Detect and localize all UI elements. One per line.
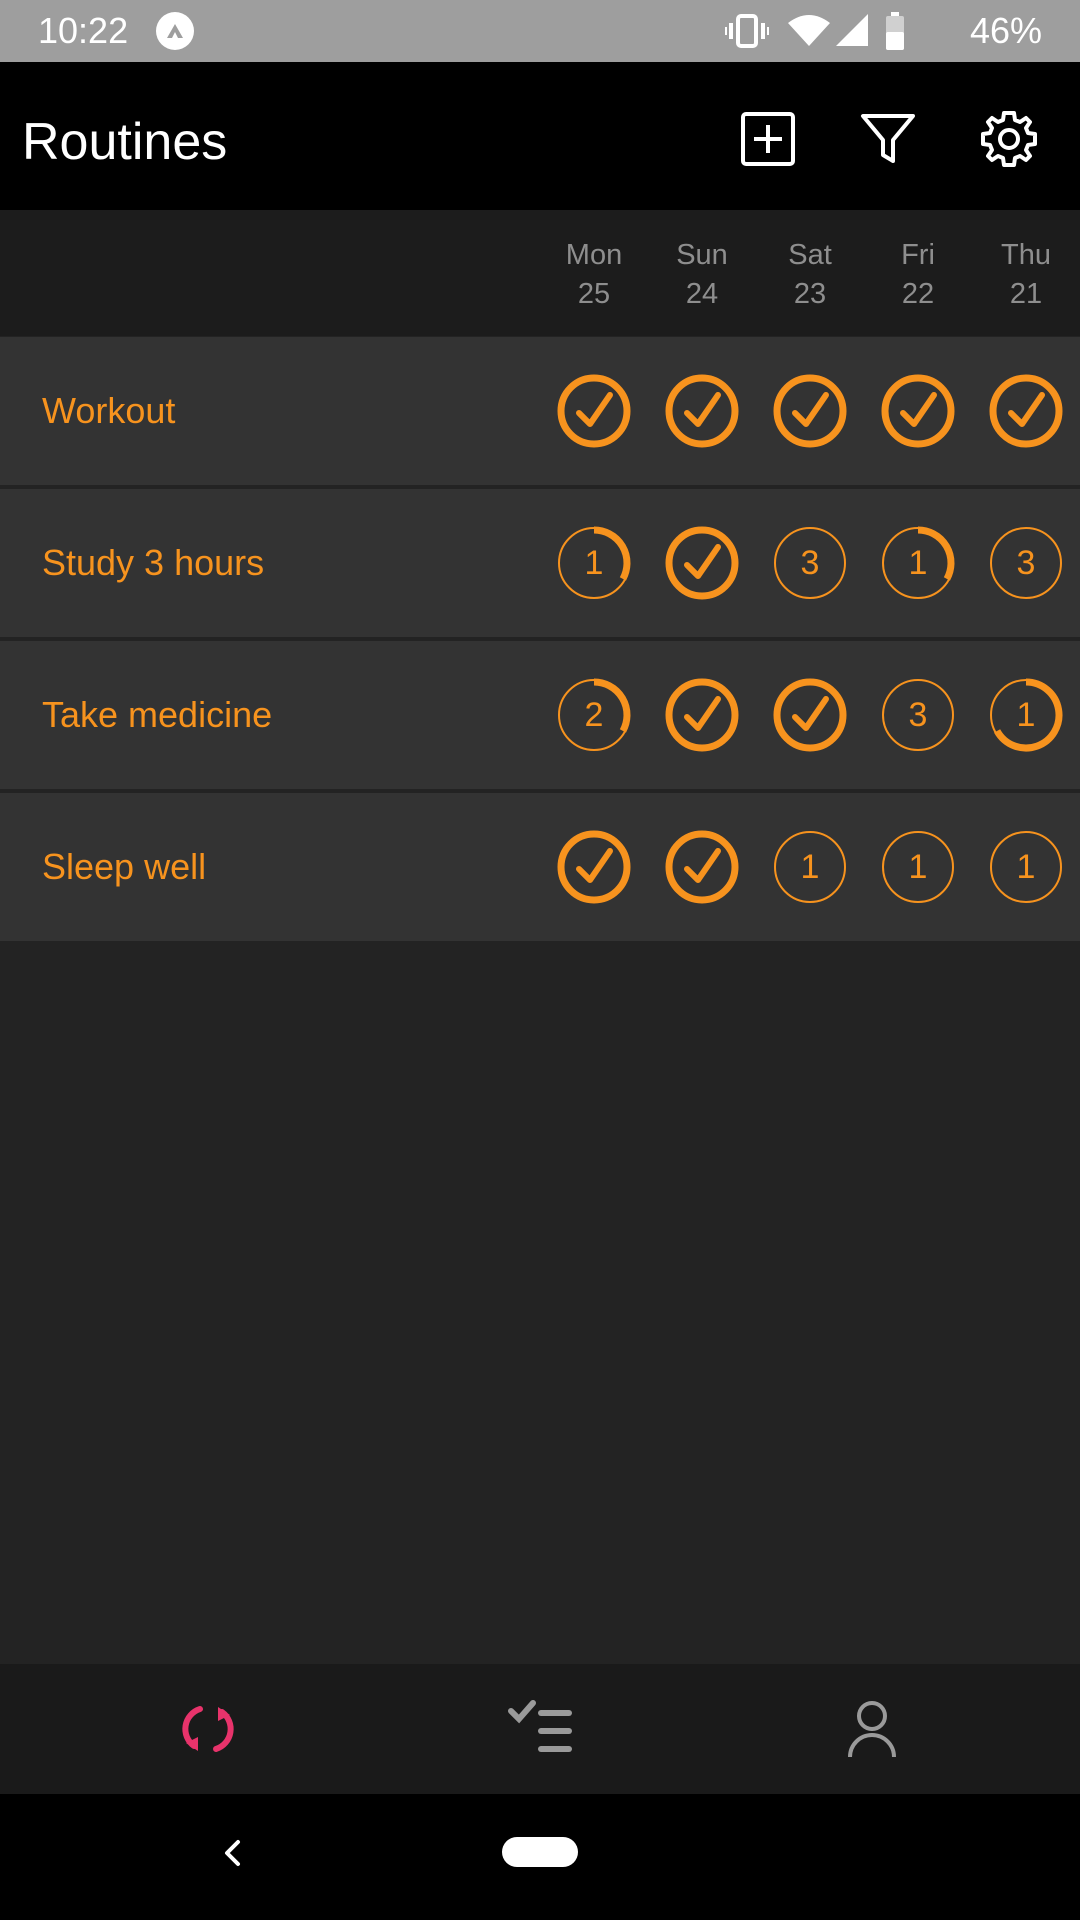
remaining-count: 3: [800, 543, 820, 582]
status-bar: 10:22 46%: [0, 0, 1080, 62]
check-circle-icon: [773, 678, 847, 752]
day-column-header: Sat 23: [760, 236, 860, 314]
remaining-count: 1: [1016, 847, 1036, 886]
day-cell-complete[interactable]: [662, 827, 742, 907]
status-icons: 46%: [680, 0, 1080, 62]
home-pill[interactable]: [502, 1837, 578, 1867]
day-cell-progress[interactable]: 2: [554, 675, 634, 755]
day-cell-progress[interactable]: 1: [878, 523, 958, 603]
day-column-header: Fri 22: [868, 236, 968, 314]
remaining-count: 3: [908, 695, 928, 734]
day-date: 23: [793, 278, 827, 310]
routine-name: Sleep well: [42, 846, 207, 887]
remaining-count: 3: [1016, 543, 1036, 582]
routine-name: Take medicine: [42, 694, 273, 735]
check-circle-icon: [665, 830, 739, 904]
day-date: 24: [685, 278, 719, 310]
check-circle-icon: [989, 374, 1063, 448]
check-circle-icon: [557, 830, 631, 904]
routines-sync-icon: [182, 1706, 234, 1752]
app-notification-icon: [156, 12, 194, 50]
day-cell-complete[interactable]: [770, 675, 850, 755]
day-of-week: Thu: [1001, 239, 1051, 271]
day-date: 25: [577, 278, 611, 310]
cell-signal-icon: [836, 14, 868, 46]
system-nav-bar: [0, 1794, 1080, 1920]
day-cell-complete[interactable]: [986, 371, 1066, 451]
routine-name: Study 3 hours: [42, 542, 265, 583]
back-icon[interactable]: [218, 1838, 248, 1868]
settings-button[interactable]: [974, 104, 1044, 174]
day-date: 21: [1009, 278, 1043, 310]
remaining-count: 1: [908, 847, 928, 886]
routine-row[interactable]: Sleep well 1 1 1: [0, 793, 1080, 941]
battery-icon: [886, 12, 904, 50]
add-icon: [741, 112, 795, 166]
day-column-header: Sun 24: [652, 236, 752, 314]
day-cell-complete[interactable]: [554, 371, 634, 451]
day-cell-progress[interactable]: 3: [770, 523, 850, 603]
bottom-nav: [0, 1664, 1080, 1794]
day-cell-progress[interactable]: 3: [878, 675, 958, 755]
day-column-header: Thu 21: [976, 236, 1076, 314]
day-cell-progress[interactable]: 3: [986, 523, 1066, 603]
day-cell-complete[interactable]: [554, 827, 634, 907]
page-title: Routines: [22, 113, 228, 171]
check-circle-icon: [773, 374, 847, 448]
filter-button[interactable]: [853, 104, 923, 174]
check-circle-icon: [557, 374, 631, 448]
routine-row[interactable]: Workout: [0, 337, 1080, 485]
day-date: 22: [901, 278, 935, 310]
routine-name: Workout: [42, 390, 176, 431]
checklist-icon: [508, 1700, 572, 1752]
check-circle-icon: [665, 374, 739, 448]
day-cell-complete[interactable]: [878, 371, 958, 451]
remaining-count: 1: [800, 847, 820, 886]
day-column-header: Mon 25: [544, 236, 644, 314]
day-cell-complete[interactable]: [662, 523, 742, 603]
battery-percent: 46%: [969, 10, 1042, 51]
remaining-count: 1: [584, 543, 604, 582]
add-routine-button[interactable]: [733, 104, 803, 174]
remaining-count: 1: [908, 543, 928, 582]
nav-profile[interactable]: [832, 1689, 912, 1769]
app-bar: Routines: [0, 62, 1080, 210]
filter-icon: [861, 114, 915, 163]
day-of-week: Sun: [676, 239, 728, 271]
remaining-count: 1: [1016, 695, 1036, 734]
day-cell-progress[interactable]: 1: [770, 827, 850, 907]
routine-row[interactable]: Study 3 hours 1 3 1 3: [0, 489, 1080, 637]
wifi-icon: [788, 15, 830, 46]
day-cell-complete[interactable]: [770, 371, 850, 451]
check-circle-icon: [881, 374, 955, 448]
routine-row[interactable]: Take medicine 2 3 1: [0, 641, 1080, 789]
day-cell-progress[interactable]: 1: [986, 827, 1066, 907]
day-cell-progress[interactable]: 1: [554, 523, 634, 603]
status-time: 10:22: [38, 10, 129, 51]
day-of-week: Sat: [788, 239, 832, 271]
day-of-week: Mon: [565, 239, 623, 271]
gear-icon: [981, 111, 1037, 167]
nav-routines[interactable]: [168, 1689, 248, 1769]
check-circle-icon: [665, 526, 739, 600]
profile-icon: [848, 1701, 896, 1758]
day-cell-progress[interactable]: 1: [878, 827, 958, 907]
remaining-count: 2: [584, 695, 604, 734]
day-cell-complete[interactable]: [662, 371, 742, 451]
check-circle-icon: [665, 678, 739, 752]
nav-tasks[interactable]: [500, 1689, 580, 1769]
day-header: Mon 25 Sun 24 Sat 23 Fri 22 Thu 21: [0, 210, 1080, 336]
vibrate-icon: [725, 14, 769, 48]
day-cell-progress[interactable]: 1: [986, 675, 1066, 755]
day-cell-complete[interactable]: [662, 675, 742, 755]
day-of-week: Fri: [901, 239, 935, 271]
